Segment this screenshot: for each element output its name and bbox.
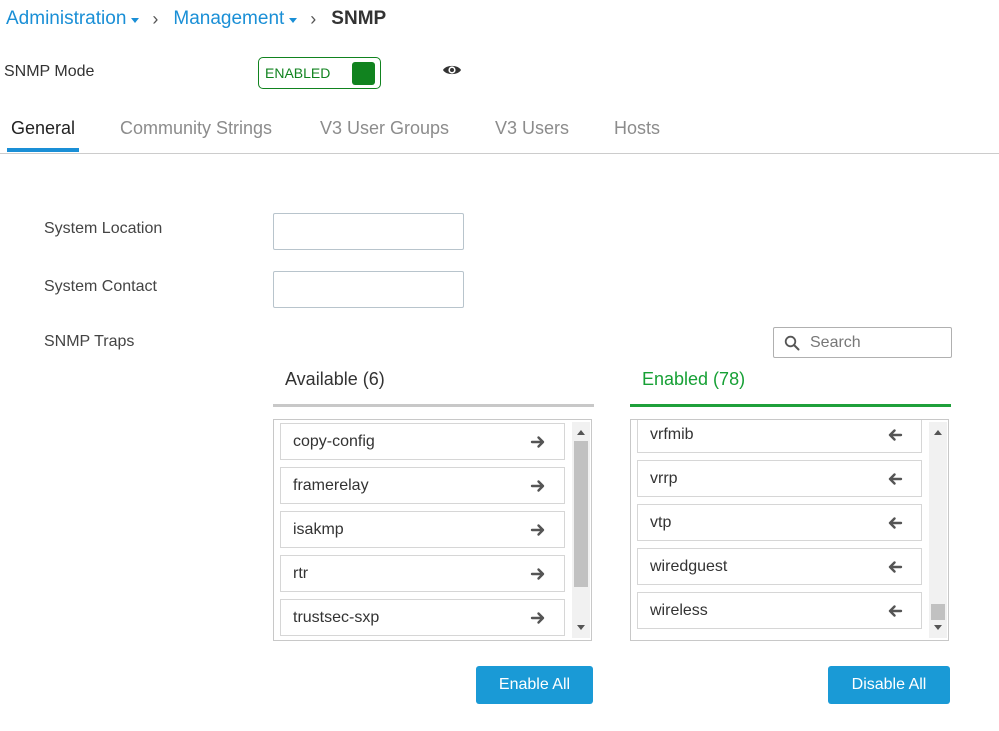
enabled-item[interactable]: vrfmib bbox=[637, 420, 922, 453]
available-header: Available (6) bbox=[285, 369, 385, 389]
available-header-underline bbox=[273, 404, 594, 407]
enable-all-button[interactable]: Enable All bbox=[476, 666, 593, 704]
available-list: copy-config framerelay isakmp rtr trusts… bbox=[273, 419, 592, 641]
list-item-label: wireless bbox=[650, 601, 708, 619]
breadcrumb-management-label: Management bbox=[173, 8, 285, 29]
search-box bbox=[773, 327, 952, 358]
active-tab-indicator bbox=[7, 148, 79, 152]
arrow-left-icon[interactable] bbox=[887, 560, 903, 574]
system-contact-input[interactable] bbox=[273, 271, 464, 308]
list-item-label: isakmp bbox=[293, 520, 344, 538]
caret-down-icon bbox=[289, 17, 298, 23]
available-item[interactable]: trustsec-sxp bbox=[280, 599, 565, 636]
tab-bar: General Community Strings V3 User Groups… bbox=[0, 118, 999, 154]
list-item-label: trustsec-sxp bbox=[293, 608, 380, 626]
available-item[interactable]: rtr bbox=[280, 555, 565, 592]
available-item[interactable]: copy-config bbox=[280, 423, 565, 460]
snmp-traps-label: SNMP Traps bbox=[44, 333, 135, 350]
available-item[interactable]: framerelay bbox=[280, 467, 565, 504]
enabled-scrollbar[interactable] bbox=[929, 422, 947, 638]
scroll-thumb[interactable] bbox=[931, 604, 945, 620]
arrow-left-icon[interactable] bbox=[887, 516, 903, 530]
tab-general[interactable]: General bbox=[11, 118, 75, 139]
arrow-right-icon[interactable] bbox=[530, 479, 546, 493]
list-item-label: copy-config bbox=[293, 432, 375, 450]
available-item[interactable]: isakmp bbox=[280, 511, 565, 548]
enabled-header-underline bbox=[630, 404, 951, 407]
snmp-mode-label: SNMP Mode bbox=[4, 63, 95, 80]
arrow-right-icon[interactable] bbox=[530, 523, 546, 537]
scroll-up-icon[interactable] bbox=[934, 430, 942, 435]
disable-all-button[interactable]: Disable All bbox=[828, 666, 950, 704]
search-input[interactable] bbox=[810, 333, 940, 352]
breadcrumb: Administration › Management › SNMP bbox=[6, 8, 386, 30]
toggle-text: ENABLED bbox=[265, 65, 331, 81]
snmp-mode-toggle[interactable]: ENABLED bbox=[258, 57, 381, 89]
system-contact-label: System Contact bbox=[44, 278, 157, 295]
enabled-item[interactable]: vrrp bbox=[637, 460, 922, 497]
arrow-left-icon[interactable] bbox=[887, 604, 903, 618]
scroll-down-icon[interactable] bbox=[577, 625, 585, 630]
arrow-left-icon[interactable] bbox=[887, 472, 903, 486]
tab-v3-users[interactable]: V3 Users bbox=[495, 118, 569, 139]
scroll-up-icon[interactable] bbox=[577, 430, 585, 435]
enabled-item[interactable]: wireless bbox=[637, 592, 922, 629]
enabled-item[interactable]: wiredguest bbox=[637, 548, 922, 585]
arrow-right-icon[interactable] bbox=[530, 611, 546, 625]
search-icon bbox=[784, 335, 800, 350]
eye-icon[interactable] bbox=[442, 62, 462, 78]
list-item-label: framerelay bbox=[293, 476, 369, 494]
scroll-down-icon[interactable] bbox=[934, 625, 942, 630]
tab-hosts[interactable]: Hosts bbox=[614, 118, 660, 139]
list-item-label: vrfmib bbox=[650, 425, 694, 443]
scroll-thumb[interactable] bbox=[574, 441, 588, 587]
tab-community-strings[interactable]: Community Strings bbox=[120, 118, 272, 139]
breadcrumb-current: SNMP bbox=[331, 8, 387, 29]
toggle-knob bbox=[352, 61, 375, 85]
arrow-right-icon[interactable] bbox=[530, 435, 546, 449]
chevron-right-icon: › bbox=[310, 8, 317, 29]
list-item-label: rtr bbox=[293, 564, 309, 582]
enabled-list: vrfmib vrrp vtp wiredguest wireless bbox=[630, 419, 949, 641]
chevron-right-icon: › bbox=[152, 8, 159, 29]
system-location-input[interactable] bbox=[273, 213, 464, 250]
arrow-left-icon[interactable] bbox=[887, 428, 903, 442]
enabled-header: Enabled (78) bbox=[642, 369, 746, 389]
breadcrumb-administration[interactable]: Administration bbox=[6, 8, 140, 30]
list-item-label: wiredguest bbox=[650, 557, 728, 575]
arrow-right-icon[interactable] bbox=[530, 567, 546, 581]
system-location-label: System Location bbox=[44, 220, 163, 237]
breadcrumb-management[interactable]: Management bbox=[173, 8, 298, 30]
tab-v3-user-groups[interactable]: V3 User Groups bbox=[320, 118, 449, 139]
available-scrollbar[interactable] bbox=[572, 422, 590, 638]
enabled-item[interactable]: vtp bbox=[637, 504, 922, 541]
caret-down-icon bbox=[131, 17, 140, 23]
list-item-label: vtp bbox=[650, 513, 672, 531]
list-item-label: vrrp bbox=[650, 469, 678, 487]
breadcrumb-administration-label: Administration bbox=[6, 8, 127, 29]
